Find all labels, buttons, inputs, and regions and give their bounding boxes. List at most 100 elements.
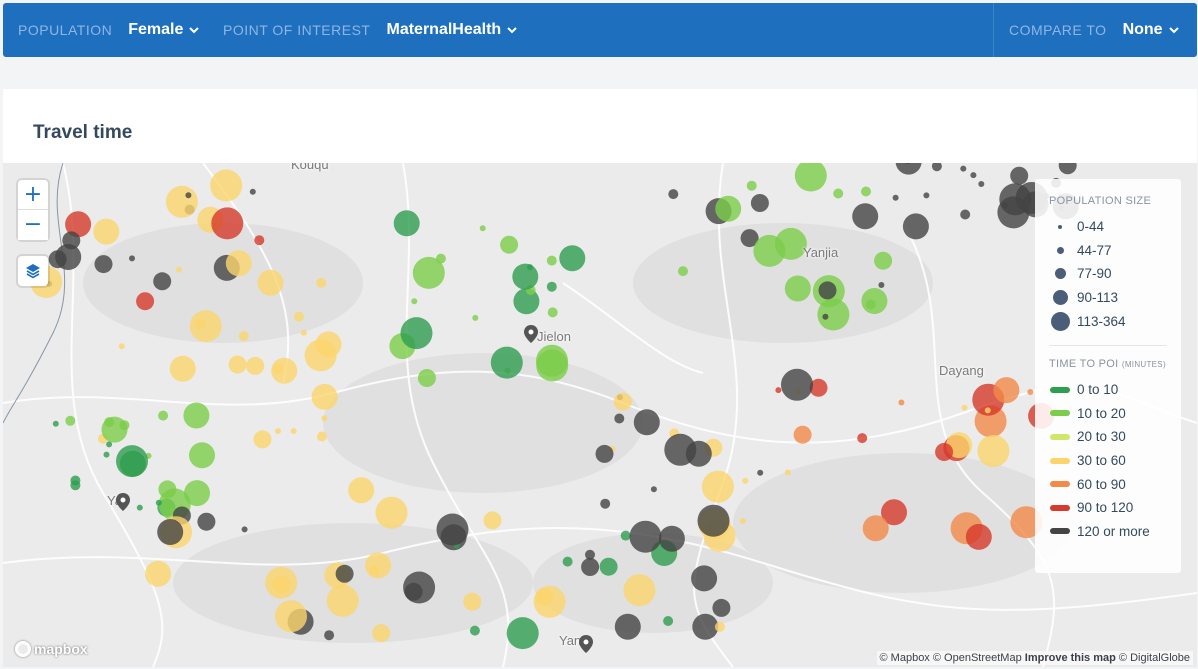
population-point[interactable] [1027,389,1034,395]
population-point[interactable] [965,523,992,550]
population-point[interactable] [961,404,968,411]
population-point[interactable] [775,387,782,394]
poi-marker-icon[interactable] [579,635,593,653]
attribution-mapbox-link[interactable]: © Mapbox [880,652,930,664]
population-point[interactable] [490,346,523,379]
population-point[interactable] [169,355,196,382]
population-point[interactable] [978,181,985,187]
population-point[interactable] [1058,163,1077,175]
population-point[interactable] [116,445,148,478]
population-point[interactable] [129,255,135,262]
population-point[interactable] [249,188,256,195]
population-point[interactable] [895,163,922,175]
map-canvas[interactable]: Kouqu Yanjia Dayang Ya Yan Jielon + − PO… [3,163,1197,667]
population-point[interactable] [184,480,210,507]
compare-dropdown[interactable]: None [1123,21,1179,39]
population-point[interactable] [581,558,600,576]
population-point[interactable] [315,331,342,358]
population-point[interactable] [620,530,631,541]
population-point[interactable] [195,319,206,329]
population-point[interactable] [623,574,656,607]
population-point[interactable] [781,368,813,401]
population-point[interactable] [52,420,59,427]
population-point[interactable] [158,410,169,421]
population-point[interactable] [104,417,115,428]
zoom-in-button[interactable]: + [18,180,48,210]
population-point[interactable] [599,557,618,576]
population-point[interactable] [136,292,155,311]
population-point[interactable] [742,477,749,484]
population-point[interactable] [197,512,216,531]
population-point[interactable] [784,275,811,302]
population-point[interactable] [746,180,757,191]
population-point[interactable] [275,428,281,434]
population-point[interactable] [546,255,557,266]
population-point[interactable] [158,480,177,499]
population-point[interactable] [923,192,930,199]
population-point[interactable] [375,496,408,529]
population-point[interactable] [335,564,354,583]
population-point[interactable] [253,430,272,449]
population-point[interactable] [668,189,679,200]
population-point[interactable] [211,207,244,240]
population-point[interactable] [316,277,327,288]
population-point[interactable] [663,616,674,626]
population-point[interactable] [93,218,120,245]
population-point[interactable] [650,486,657,493]
population-point[interactable] [833,188,844,199]
population-point[interactable] [210,169,243,202]
population-point[interactable] [103,451,110,458]
population-point[interactable] [185,192,192,199]
population-point[interactable] [506,617,539,650]
population-point[interactable] [225,250,252,277]
population-point[interactable] [417,369,436,387]
population-point[interactable] [106,441,113,448]
attribution-dg-link[interactable]: © DigitalGlobe [1119,652,1190,664]
population-point[interactable] [254,235,265,246]
population-point[interactable] [265,566,298,599]
population-point[interactable] [739,518,746,524]
population-point[interactable] [633,409,660,436]
population-point[interactable] [70,475,81,486]
population-point[interactable] [157,519,184,545]
population-point[interactable] [290,428,297,434]
zoom-out-button[interactable]: − [18,210,48,240]
population-point[interactable] [512,263,539,290]
population-point[interactable] [784,469,791,476]
population-point[interactable] [189,310,222,343]
population-point[interactable] [547,307,558,318]
population-point[interactable] [118,343,125,350]
population-point[interactable] [436,513,469,546]
population-point[interactable] [697,504,730,537]
population-point[interactable] [326,584,359,617]
population-point[interactable] [472,314,479,321]
population-point[interactable] [862,515,889,542]
population-point[interactable] [993,377,1020,404]
population-point[interactable] [960,209,971,220]
poi-dropdown[interactable]: MaternalHealth [386,21,517,39]
population-point[interactable] [714,621,725,632]
population-point[interactable] [311,383,338,410]
population-point[interactable] [984,407,991,414]
population-point[interactable] [271,357,298,384]
population-point[interactable] [48,250,67,269]
population-point[interactable] [136,504,143,511]
population-point[interactable] [393,210,420,237]
population-point[interactable] [857,433,868,444]
population-point[interactable] [600,498,611,509]
population-point[interactable] [629,520,662,553]
population-point[interactable] [874,251,893,270]
population-point[interactable] [94,255,113,274]
population-point[interactable] [403,571,436,604]
population-point[interactable] [664,433,697,466]
population-point[interactable] [145,560,172,587]
population-point[interactable] [935,443,954,461]
population-point[interactable] [613,392,632,411]
population-point[interactable] [463,592,482,611]
population-point[interactable] [479,225,486,232]
population-point[interactable] [712,598,731,617]
population-filter[interactable]: POPULATION Female [18,3,200,57]
population-point[interactable] [691,565,718,592]
population-point[interactable] [469,625,480,636]
population-point[interactable] [241,526,248,533]
